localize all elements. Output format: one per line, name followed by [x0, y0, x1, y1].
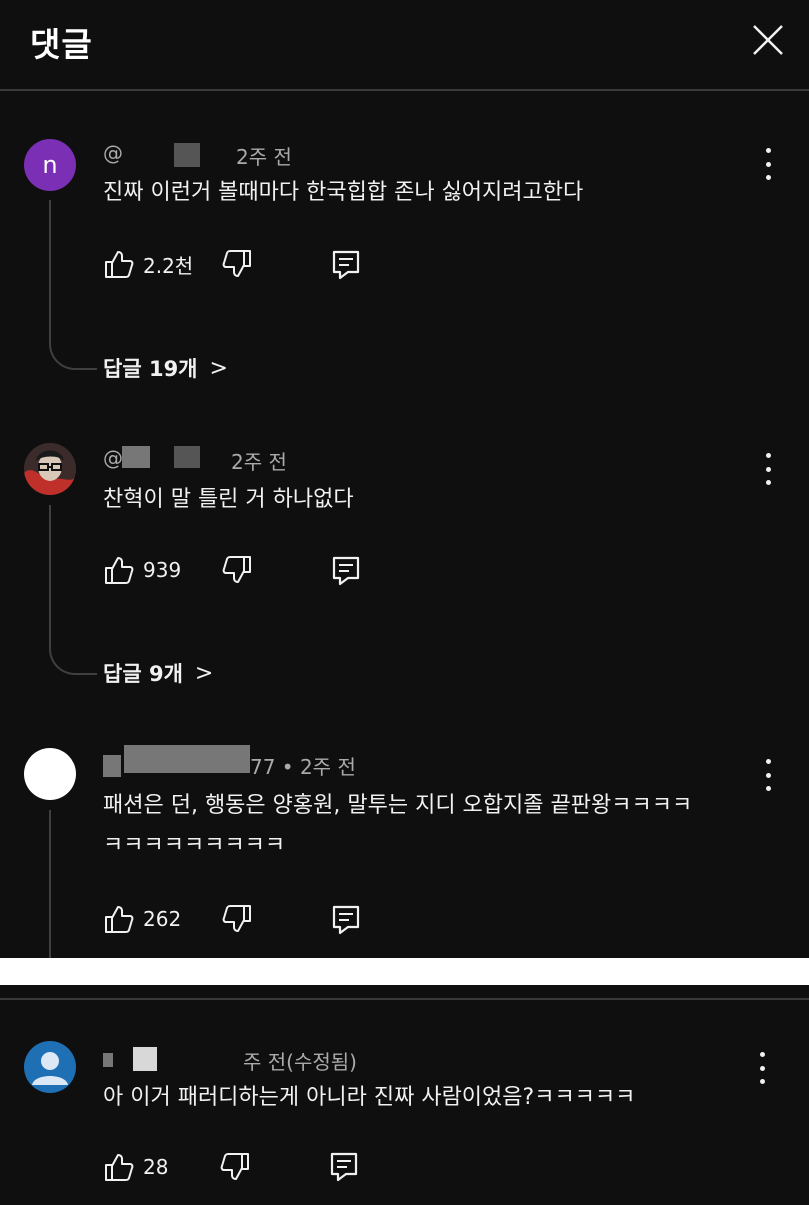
reply-button[interactable]	[329, 1151, 359, 1183]
reply-icon	[330, 1152, 358, 1182]
view-replies-button[interactable]: 답글 19개 >	[103, 353, 228, 383]
reply-button[interactable]	[331, 555, 361, 587]
avatar-letter: n	[42, 151, 58, 179]
reply-icon	[332, 905, 360, 935]
thumbs-down-icon	[222, 250, 251, 277]
redacted-handle	[133, 1047, 157, 1071]
comment-time: 2주 전	[236, 145, 292, 169]
comment-text-continued: ㅋㅋㅋㅋㅋㅋㅋㅋㅋ	[103, 833, 286, 858]
comments-panel-continued: 주 전(수정됨) 아 이거 패러디하는게 아니라 진짜 사람이었음?ㅋㅋㅋㅋㅋ …	[0, 985, 809, 1205]
avatar[interactable]	[24, 748, 76, 800]
dislike-button[interactable]	[221, 903, 253, 935]
thumbs-up-icon	[105, 1154, 134, 1181]
thread-line	[49, 200, 51, 340]
thread-connector	[49, 645, 97, 675]
close-button[interactable]	[748, 20, 788, 60]
comment-time: 주 전(수정됨)	[243, 1050, 357, 1074]
redacted-handle	[174, 143, 200, 167]
section-divider	[0, 998, 809, 1000]
redacted-handle	[122, 446, 150, 468]
like-button[interactable]: 939	[103, 554, 181, 586]
like-count: 262	[143, 907, 182, 931]
comments-panel: 댓글 n @ 2주 전 진짜 이런거 볼때마다 한국힙합 존나 싫어지려고한다 …	[0, 0, 809, 958]
more-vertical-icon	[765, 453, 771, 458]
comments-title: 댓글	[30, 25, 93, 64]
comment-text: 진짜 이런거 볼때마다 한국힙합 존나 싫어지려고한다	[103, 180, 584, 205]
more-vertical-icon	[759, 1052, 765, 1057]
comment-text: 패션은 던, 행동은 양홍원, 말투는 지디 오합지졸 끝판왕ㅋㅋㅋㅋ	[103, 793, 693, 818]
more-vertical-icon	[765, 759, 771, 764]
more-vertical-icon	[765, 148, 771, 153]
like-count: 2.2천	[143, 253, 194, 278]
close-icon	[753, 25, 783, 55]
redacted-handle	[124, 745, 250, 773]
header-divider	[0, 89, 809, 91]
thumbs-down-icon	[222, 556, 251, 583]
avatar-image	[24, 443, 76, 495]
chevron-right-icon: >	[194, 660, 214, 686]
comment-time: 77 • 2주 전	[250, 755, 356, 779]
comment-text: 찬혁이 말 틀린 거 하나없다	[103, 487, 354, 512]
more-options-button[interactable]	[758, 453, 778, 485]
reply-icon	[332, 250, 360, 280]
dislike-button[interactable]	[221, 248, 253, 280]
reply-button[interactable]	[331, 249, 361, 281]
thumbs-down-icon	[220, 1153, 249, 1180]
comment-handle[interactable]: @	[103, 141, 123, 165]
thumbs-up-icon	[105, 557, 134, 584]
thumbs-down-icon	[222, 905, 251, 932]
comment-time: 2주 전	[231, 450, 287, 474]
avatar[interactable]: n	[24, 139, 76, 191]
reply-icon	[332, 556, 360, 586]
replies-label: 답글 9개	[103, 662, 183, 686]
redacted-handle	[103, 1053, 113, 1067]
default-user-icon	[32, 1052, 68, 1085]
avatar[interactable]	[24, 443, 76, 495]
like-count: 939	[143, 558, 182, 582]
thread-connector	[49, 340, 97, 370]
like-button[interactable]: 262	[103, 903, 181, 935]
comment-text: 아 이거 패러디하는게 아니라 진짜 사람이었음?ㅋㅋㅋㅋㅋ	[103, 1085, 636, 1110]
avatar[interactable]	[24, 1041, 76, 1093]
like-button[interactable]: 2.2천	[103, 248, 193, 280]
like-count: 28	[143, 1155, 169, 1179]
replies-label: 답글 19개	[103, 357, 198, 381]
more-options-button[interactable]	[758, 759, 778, 791]
chevron-right-icon: >	[209, 355, 228, 381]
more-options-button[interactable]	[758, 148, 778, 180]
comment-handle[interactable]: @​	[103, 446, 123, 470]
thread-line	[49, 810, 51, 958]
dislike-button[interactable]	[221, 554, 253, 586]
more-options-button[interactable]	[752, 1052, 772, 1084]
thread-line	[49, 505, 51, 645]
dislike-button[interactable]	[219, 1151, 251, 1183]
thumbs-up-icon	[105, 906, 134, 933]
view-replies-button[interactable]: 답글 9개 >	[103, 658, 213, 688]
like-button[interactable]: 28	[103, 1151, 168, 1183]
reply-button[interactable]	[331, 904, 361, 936]
thumbs-up-icon	[105, 251, 134, 278]
redacted-handle	[103, 755, 121, 777]
redacted-handle	[174, 446, 200, 468]
